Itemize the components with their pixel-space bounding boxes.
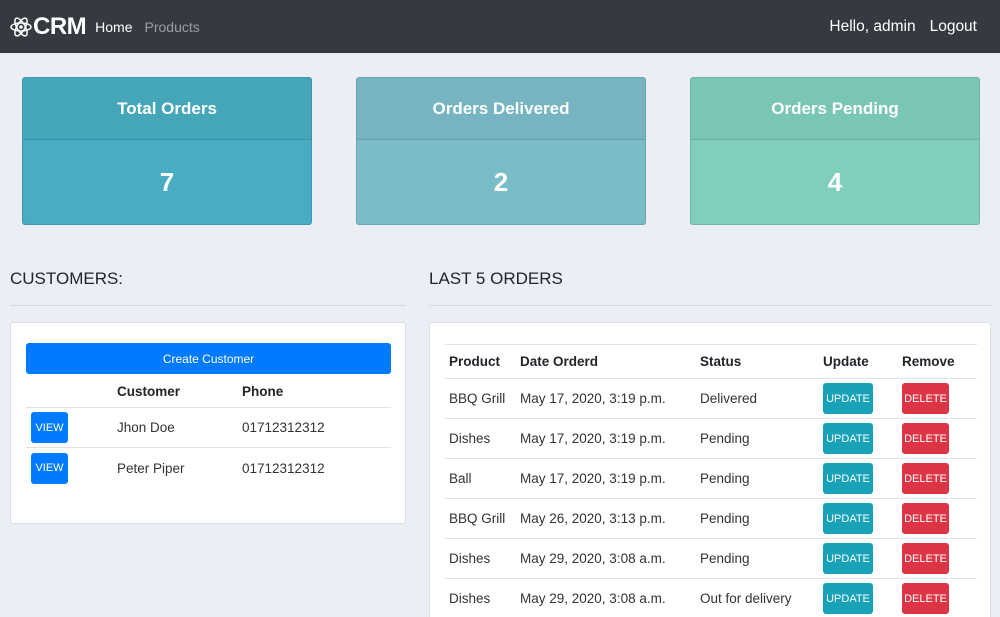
customers-panel: Create Customer Customer Phone VIEW Jhon… — [10, 322, 406, 524]
customers-table: Customer Phone VIEW Jhon Doe 01712312312… — [26, 375, 391, 488]
order-date: May 26, 2020, 3:13 p.m. — [520, 511, 666, 526]
update-cell: UPDATE — [823, 423, 902, 454]
logout-link[interactable]: Logout — [930, 18, 977, 36]
order-product: Dishes — [449, 591, 491, 606]
create-customer-button[interactable]: Create Customer — [26, 343, 391, 374]
delete-cell: DELETE — [902, 583, 977, 614]
orders-heading: LAST 5 ORDERS — [429, 269, 563, 288]
order-date: May 29, 2020, 3:08 a.m. — [520, 551, 666, 566]
divider — [10, 305, 406, 306]
orders-table: Product Date Orderd Status Update Remove… — [445, 344, 977, 617]
customer-name: Peter Piper — [117, 460, 185, 476]
customer-name: Jhon Doe — [117, 420, 175, 435]
table-header: Customer Phone — [26, 375, 391, 408]
delete-order-button[interactable]: DELETE — [902, 463, 949, 494]
column-header: Date Orderd — [520, 354, 599, 369]
brand-name: CRM — [33, 12, 87, 40]
update-order-button[interactable]: UPDATE — [823, 423, 873, 454]
nav-user-area: Hello, admin Logout — [829, 0, 977, 53]
order-status: Delivered — [700, 391, 758, 406]
action-cell: VIEW — [26, 452, 117, 484]
orders-delivered-card: Orders Delivered 2 — [356, 77, 646, 225]
nav-products-link[interactable]: Products — [145, 19, 200, 35]
table-row: Dishes May 29, 2020, 3:08 a.m. Pending U… — [445, 539, 977, 579]
update-order-button[interactable]: UPDATE — [823, 503, 873, 534]
order-status: Out for delivery — [700, 591, 792, 606]
delete-cell: DELETE — [902, 543, 977, 574]
nav-home-link[interactable]: Home — [95, 19, 132, 35]
order-date: May 17, 2020, 3:19 p.m. — [520, 431, 666, 446]
delete-order-button[interactable]: DELETE — [902, 543, 949, 574]
order-date: May 29, 2020, 3:08 a.m. — [520, 591, 666, 606]
delete-cell: DELETE — [902, 423, 977, 454]
column-header: Status — [700, 354, 742, 369]
total-orders-card: Total Orders 7 — [22, 77, 312, 225]
table-row: Ball May 17, 2020, 3:19 p.m. Pending UPD… — [445, 459, 977, 499]
order-product: Dishes — [449, 431, 491, 446]
delete-cell: DELETE — [902, 503, 977, 534]
column-header: Customer — [117, 383, 181, 399]
order-status: Pending — [700, 551, 750, 566]
order-product: BBQ Grill — [449, 511, 506, 526]
table-row: BBQ Grill May 26, 2020, 3:13 p.m. Pendin… — [445, 499, 977, 539]
update-cell: UPDATE — [823, 543, 902, 574]
order-product: BBQ Grill — [449, 391, 506, 406]
stat-card-value: 7 — [159, 167, 175, 197]
table-row: Dishes May 17, 2020, 3:19 p.m. Pending U… — [445, 419, 977, 459]
update-cell: UPDATE — [823, 583, 902, 614]
table-row: Dishes May 29, 2020, 3:08 a.m. Out for d… — [445, 579, 977, 617]
table-row: VIEW Jhon Doe 01712312312 — [26, 408, 391, 448]
action-cell: VIEW — [26, 412, 117, 443]
update-cell: UPDATE — [823, 383, 902, 414]
order-status: Pending — [700, 511, 750, 526]
column-header: Update — [823, 354, 869, 369]
delete-order-button[interactable]: DELETE — [902, 503, 949, 534]
atom-icon — [10, 16, 32, 38]
delete-order-button[interactable]: DELETE — [902, 423, 949, 454]
update-order-button[interactable]: UPDATE — [823, 383, 873, 414]
customer-phone: 01712312312 — [242, 460, 325, 476]
update-order-button[interactable]: UPDATE — [823, 583, 873, 614]
view-customer-button[interactable]: VIEW — [31, 412, 68, 443]
order-product: Ball — [449, 471, 472, 486]
customer-phone: 01712312312 — [242, 420, 325, 435]
column-header: Remove — [902, 354, 955, 369]
update-cell: UPDATE — [823, 463, 902, 494]
orders-pending-card: Orders Pending 4 — [690, 77, 980, 225]
order-product: Dishes — [449, 551, 491, 566]
delete-cell: DELETE — [902, 383, 977, 414]
orders-panel: Product Date Orderd Status Update Remove… — [429, 322, 991, 617]
table-row: BBQ Grill May 17, 2020, 3:19 p.m. Delive… — [445, 379, 977, 419]
order-status: Pending — [700, 471, 750, 486]
brand[interactable]: CRM — [10, 12, 87, 41]
divider — [429, 305, 991, 306]
view-customer-button[interactable]: VIEW — [31, 452, 68, 484]
customers-heading: CUSTOMERS: — [10, 269, 124, 288]
update-cell: UPDATE — [823, 503, 902, 534]
column-header: Phone — [242, 383, 284, 399]
stat-card-title: Orders Pending — [691, 78, 979, 140]
navbar: CRM Home Products Hello, admin Logout — [0, 0, 1000, 53]
update-order-button[interactable]: UPDATE — [823, 463, 873, 494]
stat-card-title: Total Orders — [23, 78, 311, 140]
order-date: May 17, 2020, 3:19 p.m. — [520, 471, 666, 486]
stat-card-title: Orders Delivered — [357, 78, 645, 140]
table-row: VIEW Peter Piper 01712312312 — [26, 448, 391, 488]
order-date: May 17, 2020, 3:19 p.m. — [520, 391, 666, 406]
delete-cell: DELETE — [902, 463, 977, 494]
stat-card-value: 4 — [827, 167, 843, 197]
update-order-button[interactable]: UPDATE — [823, 543, 873, 574]
table-header: Product Date Orderd Status Update Remove — [445, 345, 977, 379]
column-header: Product — [449, 354, 501, 369]
delete-order-button[interactable]: DELETE — [902, 383, 949, 414]
delete-order-button[interactable]: DELETE — [902, 583, 949, 614]
order-status: Pending — [700, 431, 750, 446]
stat-card-value: 2 — [493, 167, 509, 197]
greeting-text: Hello, admin — [829, 17, 916, 35]
